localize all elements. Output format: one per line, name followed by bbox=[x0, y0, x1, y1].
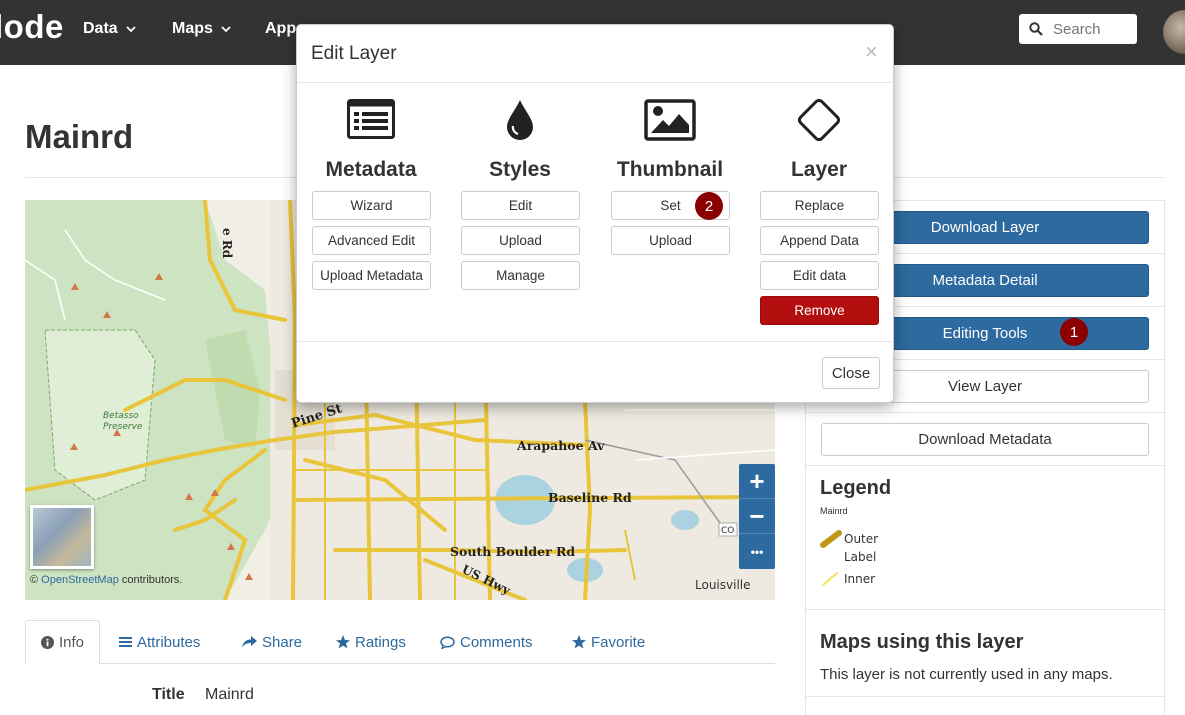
diamond-icon bbox=[749, 98, 889, 145]
modal-title: Edit Layer bbox=[311, 43, 397, 64]
attribution-text: contributors. bbox=[118, 574, 183, 586]
advanced-edit-button[interactable]: Advanced Edit bbox=[312, 226, 431, 255]
legend-title: Legend bbox=[820, 477, 892, 499]
column-title: Styles bbox=[489, 158, 551, 181]
search-icon bbox=[1029, 22, 1043, 36]
tab-label: Favorite bbox=[591, 633, 646, 651]
layer-replace-button[interactable]: Replace bbox=[760, 191, 879, 220]
line-swatch-icon bbox=[820, 530, 842, 548]
basemap-switcher[interactable] bbox=[30, 505, 94, 569]
tab-label: Attributes bbox=[137, 633, 201, 651]
column-title: Metadata bbox=[325, 158, 417, 181]
chevron-down-icon bbox=[221, 26, 231, 33]
map-label: Betasso bbox=[103, 411, 139, 421]
chevron-down-icon bbox=[126, 26, 136, 33]
legend-label: Inner bbox=[844, 572, 876, 586]
style-edit-button[interactable]: Edit bbox=[461, 191, 580, 220]
column-title: Thumbnail bbox=[616, 158, 724, 181]
map-label: South Boulder Rd bbox=[450, 544, 575, 559]
nav-data-menu[interactable]: Data bbox=[83, 20, 136, 38]
nav-maps-label: Maps bbox=[172, 20, 213, 37]
zoom-out-button[interactable]: − bbox=[739, 499, 775, 534]
droplet-icon bbox=[450, 99, 590, 145]
step-badge-1: 1 bbox=[1060, 318, 1088, 346]
thumbnail-upload-button[interactable]: Upload bbox=[611, 226, 730, 255]
remove-layer-button[interactable]: Remove bbox=[760, 296, 879, 325]
legend-label: Label bbox=[844, 550, 877, 564]
tab-label: Share bbox=[262, 633, 303, 651]
step-badge-2: 2 bbox=[695, 192, 723, 220]
style-upload-button[interactable]: Upload bbox=[461, 226, 580, 255]
search-input[interactable] bbox=[1053, 20, 1133, 38]
legend-item-outer: Outer bbox=[820, 530, 878, 548]
tab-label: Ratings bbox=[355, 633, 406, 651]
info-icon bbox=[41, 636, 54, 649]
info-title-value: Mainrd bbox=[205, 686, 254, 703]
map-label: Louisville bbox=[695, 578, 751, 592]
map-zoom-controls: + − ••• bbox=[739, 464, 775, 569]
upload-metadata-button[interactable]: Upload Metadata bbox=[312, 261, 431, 290]
close-button[interactable]: Close bbox=[822, 357, 880, 389]
modal-footer-divider bbox=[297, 341, 893, 342]
legend-label: Outer bbox=[844, 532, 879, 546]
edit-layer-modal: Edit Layer × Metadata Wizard Advanced Ed… bbox=[296, 24, 894, 403]
download-metadata-button[interactable]: Download Metadata bbox=[821, 423, 1149, 456]
map-label: Arapahoe Av bbox=[516, 438, 605, 453]
line-swatch-icon bbox=[822, 572, 838, 586]
legend-item-label: Label bbox=[820, 550, 876, 564]
zoom-in-button[interactable]: + bbox=[739, 464, 775, 499]
tab-label: Comments bbox=[460, 633, 533, 651]
page-title: Mainrd bbox=[25, 118, 134, 155]
comment-icon bbox=[440, 635, 455, 649]
user-avatar[interactable] bbox=[1163, 10, 1185, 54]
modal-header: Edit Layer × bbox=[297, 25, 893, 83]
wizard-button[interactable]: Wizard bbox=[312, 191, 431, 220]
sidebar-row: Download Metadata bbox=[806, 413, 1164, 466]
maps-using-layer-text: This layer is not currently used in any … bbox=[820, 666, 1113, 683]
layer-tabs: Info Attributes Share Ratings Comments F… bbox=[25, 620, 775, 665]
column-title: Layer bbox=[790, 158, 848, 181]
maps-using-layer-title: Maps using this layer bbox=[820, 631, 1024, 653]
divider bbox=[806, 696, 1164, 697]
legend-layer-name: Mainrd bbox=[820, 506, 848, 516]
star-icon bbox=[336, 635, 350, 649]
tab-ratings[interactable]: Ratings bbox=[336, 620, 406, 664]
style-manage-button[interactable]: Manage bbox=[461, 261, 580, 290]
star-icon bbox=[572, 635, 586, 649]
search-box[interactable] bbox=[1019, 14, 1137, 44]
tab-label: Info bbox=[59, 634, 85, 651]
copyright-symbol: © bbox=[30, 574, 39, 586]
divider bbox=[806, 609, 1164, 610]
list-icon bbox=[119, 637, 132, 647]
nav-data-label: Data bbox=[83, 20, 118, 37]
list-box-icon bbox=[301, 99, 441, 145]
map-label: Baseline Rd bbox=[548, 490, 632, 505]
tab-attributes[interactable]: Attributes bbox=[119, 620, 200, 664]
map-attribution: © OpenStreetMap contributors. bbox=[30, 574, 182, 586]
map-label: Preserve bbox=[103, 422, 143, 432]
info-title-label: Title bbox=[152, 686, 185, 703]
osm-link[interactable]: OpenStreetMap bbox=[41, 574, 119, 586]
tab-share[interactable]: Share bbox=[242, 620, 302, 664]
brand-logo[interactable]: lode bbox=[0, 8, 64, 46]
map-label: e Rd bbox=[220, 228, 234, 259]
tab-favorite[interactable]: Favorite bbox=[572, 620, 645, 664]
share-icon bbox=[242, 635, 257, 648]
tab-comments[interactable]: Comments bbox=[440, 620, 533, 664]
append-data-button[interactable]: Append Data bbox=[760, 226, 879, 255]
close-icon[interactable]: × bbox=[865, 39, 878, 65]
edit-data-button[interactable]: Edit data bbox=[760, 261, 879, 290]
more-options-button[interactable]: ••• bbox=[739, 534, 775, 569]
map-label: CO bbox=[721, 526, 734, 536]
image-icon bbox=[600, 99, 740, 145]
nav-maps-menu[interactable]: Maps bbox=[172, 20, 231, 38]
legend-item-inner: Inner bbox=[820, 570, 875, 588]
tab-info[interactable]: Info bbox=[25, 620, 101, 665]
